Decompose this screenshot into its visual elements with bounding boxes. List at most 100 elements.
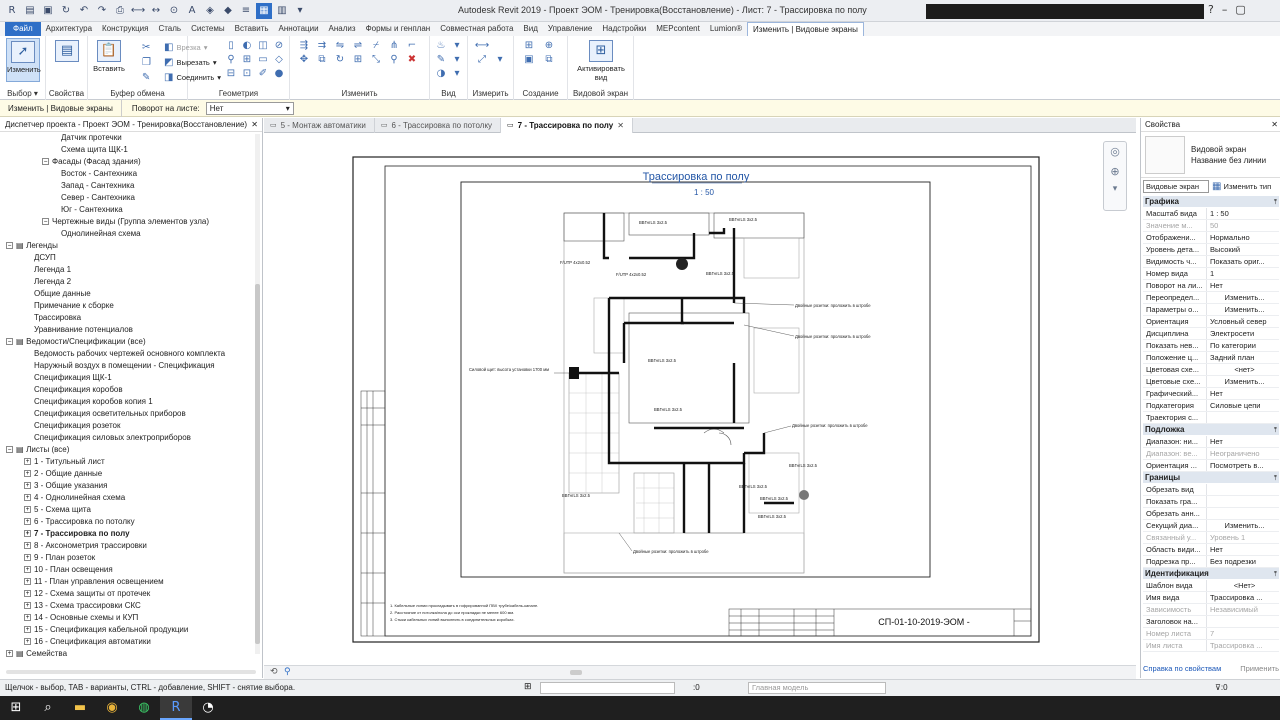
property-value[interactable]: Изменить... xyxy=(1207,292,1279,303)
browser-item[interactable]: Спецификация розеток xyxy=(24,420,120,432)
match-props-button[interactable]: ✎ xyxy=(142,71,150,83)
filter-icon[interactable]: ⊽:0 xyxy=(1215,683,1228,692)
browser-item[interactable]: Наружный воздух в помещении - Спецификац… xyxy=(24,360,215,372)
align-icon[interactable]: ⇶ xyxy=(296,40,312,53)
property-value[interactable]: <Нет> xyxy=(1207,580,1279,591)
property-value[interactable]: Изменить... xyxy=(1207,520,1279,531)
browser-scrollbar[interactable] xyxy=(255,134,260,654)
menu-tab[interactable]: Lumion® xyxy=(705,22,747,36)
expand-icon[interactable]: + xyxy=(24,530,31,538)
menu-tab[interactable]: Изменить | Видовые экраны xyxy=(746,22,864,36)
expand-icon[interactable]: + xyxy=(24,542,31,550)
info-center-search[interactable] xyxy=(926,4,1204,19)
color-icon[interactable]: ● xyxy=(272,68,286,81)
collapse-icon[interactable]: − xyxy=(6,446,13,454)
brush-view-icon[interactable]: ✎ xyxy=(434,54,448,67)
browser-item[interactable]: +6 - Трассировка по потолку xyxy=(24,516,135,528)
property-value[interactable]: Силовые цепи xyxy=(1207,400,1279,411)
mirror-axis-icon[interactable]: ⇋ xyxy=(332,40,348,53)
browser-item[interactable]: +10 - План освещения xyxy=(24,564,113,576)
property-value[interactable] xyxy=(1207,616,1279,627)
close-hidden-icon[interactable]: ▦ xyxy=(256,3,272,19)
wall-join-icon[interactable]: ▯ xyxy=(224,40,238,53)
customize-qat-icon[interactable]: ▾ xyxy=(292,3,308,19)
browser-item[interactable]: Север - Сантехника xyxy=(51,192,135,204)
menu-tab[interactable]: Сталь xyxy=(153,22,186,36)
expand-icon[interactable]: + xyxy=(24,614,31,622)
copy-element-icon[interactable]: ⧉ xyxy=(314,54,330,67)
browser-item[interactable]: +3 - Общие указания xyxy=(24,480,107,492)
search-icon[interactable]: ⌕ xyxy=(32,696,64,720)
hide-icon[interactable]: ◑ xyxy=(434,68,448,81)
browser-item[interactable]: +14 - Основные схемы и КУП xyxy=(24,612,138,624)
properties-button[interactable]: ▤ xyxy=(50,38,84,82)
property-value[interactable]: 1 : 50 xyxy=(1207,208,1279,219)
tag-icon[interactable]: ⊙ xyxy=(166,3,182,19)
browser-item[interactable]: Уравнивание потенциалов xyxy=(24,324,133,336)
property-value[interactable]: Нет xyxy=(1207,436,1279,447)
nav-dropdown-icon[interactable]: ▾ xyxy=(1104,182,1126,196)
expand-icon[interactable]: + xyxy=(24,626,31,634)
browser-item[interactable]: + ▤ Семейства xyxy=(6,648,67,660)
property-value[interactable]: Условный север xyxy=(1207,316,1279,327)
paste-button[interactable]: 📋 Вставить xyxy=(92,38,126,82)
close-icon[interactable]: ✕ xyxy=(1271,118,1278,132)
property-value[interactable]: <нет> xyxy=(1207,364,1279,375)
section-icon[interactable]: ◆ xyxy=(220,3,236,19)
maximize-icon[interactable]: ▢ xyxy=(1235,3,1245,16)
expand-icon[interactable]: + xyxy=(24,638,31,646)
pin-icon[interactable]: ⚲ xyxy=(224,54,238,67)
wall-opening-icon[interactable]: ▭ xyxy=(256,54,270,67)
worksets-icon[interactable]: ⊞ xyxy=(524,682,532,692)
measure-dropdown-icon[interactable]: ▾ xyxy=(492,54,508,67)
view-tab[interactable]: ▭ 7 - Трассировка по полу ✕ xyxy=(501,118,633,133)
browser-item[interactable]: Спецификация коробов копия 1 xyxy=(24,396,153,408)
browser-item[interactable]: − ▤ Листы (все) xyxy=(6,444,69,456)
expand-icon[interactable]: + xyxy=(24,506,31,514)
expand-icon[interactable]: + xyxy=(24,554,31,562)
split-face-icon[interactable]: ◫ xyxy=(256,40,270,53)
measure-icon[interactable]: ⟷ xyxy=(130,3,146,19)
property-value[interactable]: Нормально xyxy=(1207,232,1279,243)
unpin-icon[interactable]: ⚲ xyxy=(386,54,402,67)
file-explorer-icon[interactable]: ▬ xyxy=(64,696,96,720)
browser-item[interactable]: Спецификация осветительных приборов xyxy=(24,408,186,420)
browser-item[interactable]: +16 - Спецификация автоматики xyxy=(24,636,151,648)
help-icon[interactable]: ? xyxy=(1208,3,1214,16)
chrome-icon[interactable]: ◉ xyxy=(96,696,128,720)
property-value[interactable]: Задний план xyxy=(1207,352,1279,363)
property-value[interactable]: По категории xyxy=(1207,340,1279,351)
browser-item[interactable]: Общие данные xyxy=(24,288,91,300)
menu-tab[interactable]: Надстройки xyxy=(597,22,651,36)
browser-hscrollbar[interactable] xyxy=(6,670,256,674)
paint-icon[interactable]: ◐ xyxy=(240,40,254,53)
property-value[interactable] xyxy=(1207,496,1279,507)
print-icon[interactable]: ⎙ xyxy=(112,3,128,19)
property-value[interactable]: Нет xyxy=(1207,388,1279,399)
property-section[interactable]: Графика xyxy=(1143,196,1279,208)
scale-icon[interactable]: ⤡ xyxy=(368,54,384,67)
menu-tab[interactable]: Анализ xyxy=(324,22,361,36)
browser-item[interactable]: Ведомость рабочих чертежей основного ком… xyxy=(24,348,225,360)
close-icon[interactable]: ✕ xyxy=(251,118,258,131)
browser-item[interactable]: Легенда 1 xyxy=(24,264,71,276)
workset-select[interactable] xyxy=(540,682,675,694)
property-value[interactable]: Трассировка ... xyxy=(1207,592,1279,603)
expand-icon[interactable]: + xyxy=(24,518,31,526)
browser-item[interactable]: Датчик протечки xyxy=(51,132,122,144)
expand-icon[interactable]: + xyxy=(24,494,31,502)
browser-item[interactable]: Схема щита ЩК-1 xyxy=(51,144,128,156)
menu-tab[interactable]: Аннотации xyxy=(274,22,324,36)
browser-item[interactable]: Однолинейная схема xyxy=(51,228,141,240)
beam-join-icon[interactable]: ⊞ xyxy=(240,54,254,67)
switch-windows-icon[interactable]: ▥ xyxy=(274,3,290,19)
create-assembly-icon[interactable]: ⊞ xyxy=(520,40,538,53)
property-value[interactable] xyxy=(1207,412,1279,423)
expand-icon[interactable]: + xyxy=(24,602,31,610)
array-icon[interactable]: ⊞ xyxy=(350,54,366,67)
minimize-icon[interactable]: – xyxy=(1222,3,1228,16)
viewport-frame[interactable] xyxy=(460,181,931,578)
browser-scroll-thumb[interactable] xyxy=(255,284,260,644)
windows-start-icon[interactable]: ⊞ xyxy=(0,696,32,720)
property-value[interactable]: Высокий xyxy=(1207,244,1279,255)
